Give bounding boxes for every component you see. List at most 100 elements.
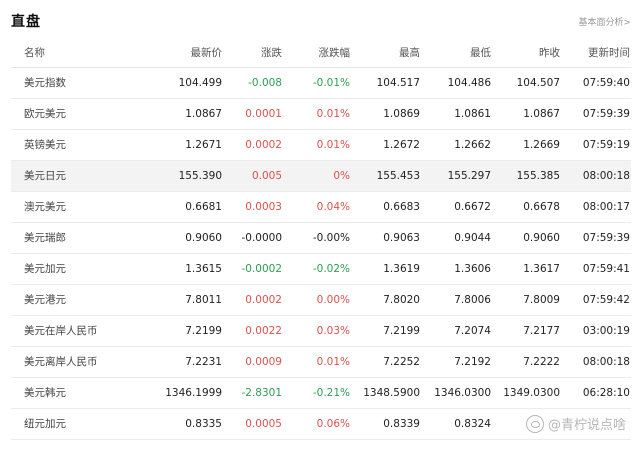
cell-low: 0.8324 — [454, 418, 491, 430]
table-row[interactable]: 美元在岸人民币 7.2199 0.0022 0.03% 7.2199 7.2074 7.21… — [11, 316, 631, 347]
cell-name[interactable]: 美元加元 — [24, 254, 66, 284]
table-row[interactable]: 欧元美元 1.0867 0.0001 0.01% 1.0869 1.0861 1.0867 0… — [11, 99, 631, 130]
cell-prev: 1.0867 — [523, 108, 560, 120]
page-title: 直盘 — [11, 14, 41, 30]
fundamental-analysis-link[interactable]: 基本面分析> — [578, 15, 631, 28]
cell-name[interactable]: 澳元美元 — [24, 192, 66, 222]
cell-prev: 0.6678 — [523, 201, 560, 213]
cell-change: 0.0002 — [245, 294, 282, 306]
cell-name[interactable]: 英镑美元 — [24, 130, 66, 160]
cell-last: 7.2231 — [185, 356, 222, 368]
table-row[interactable]: 美元日元 155.390 0.005 0% 155.453 155.297 155.385 0… — [11, 161, 631, 192]
cell-low: 104.486 — [447, 77, 491, 89]
cell-time: 07:59:41 — [582, 263, 630, 275]
table-row[interactable]: 美元指数 104.499 -0.008 -0.01% 104.517 104.486 104… — [11, 68, 631, 99]
cell-name[interactable]: 美元日元 — [24, 161, 66, 191]
cell-change: 0.0001 — [245, 108, 282, 120]
cell-time: 08:00:18 — [582, 170, 630, 182]
cell-last: 7.8011 — [185, 294, 222, 306]
cell-name[interactable]: 美元离岸人民币 — [24, 347, 98, 377]
cell-high: 7.8020 — [383, 294, 420, 306]
cell-pct: -0.02% — [312, 263, 350, 275]
cell-last: 104.499 — [178, 77, 222, 89]
cell-high: 1.2672 — [383, 139, 420, 151]
cell-pct: -0.00% — [312, 232, 350, 244]
cell-name[interactable]: 纽元加元 — [24, 409, 66, 439]
column-header-name: 名称 — [24, 47, 45, 59]
table-row[interactable]: 美元瑞郎 0.9060 -0.0000 -0.00% 0.9063 0.9044 0.906… — [11, 223, 631, 254]
cell-low: 1.0861 — [454, 108, 491, 120]
cell-name[interactable]: 美元港元 — [24, 285, 66, 315]
cell-pct: -0.21% — [312, 387, 350, 399]
cell-time: 07:59:39 — [582, 232, 630, 244]
cell-change: 0.0022 — [245, 325, 282, 337]
cell-low: 7.2074 — [454, 325, 491, 337]
cell-low: 1.2662 — [454, 139, 491, 151]
cell-pct: 0.01% — [316, 356, 350, 368]
column-header-time: 更新时间 — [588, 47, 630, 59]
cell-pct: 0.03% — [316, 325, 350, 337]
table-row[interactable]: 美元加元 1.3615 -0.0002 -0.02% 1.3619 1.3606 1.361… — [11, 254, 631, 285]
cell-change: 0.0003 — [245, 201, 282, 213]
table-header-row: 名称 最新价 涨跌 涨跌幅 最高 最低 昨收 更新时间 — [11, 38, 631, 68]
cell-time: 08:00:18 — [582, 356, 630, 368]
cell-last: 0.8335 — [185, 418, 222, 430]
table-row[interactable]: 美元港元 7.8011 0.0002 0.00% 7.8020 7.8006 7.8009 0… — [11, 285, 631, 316]
column-header-high: 最高 — [399, 47, 420, 59]
cell-pct: -0.01% — [312, 77, 350, 89]
cell-time: 07:59:42 — [582, 294, 630, 306]
cell-change: 0.005 — [251, 170, 282, 182]
cell-name[interactable]: 美元瑞郎 — [24, 223, 66, 253]
cell-last: 7.2199 — [185, 325, 222, 337]
quote-table: 名称 最新价 涨跌 涨跌幅 最高 最低 昨收 更新时间 美元指数 104.499 -… — [11, 38, 631, 440]
cell-change: -0.008 — [248, 77, 282, 89]
table-row[interactable]: 英镑美元 1.2671 0.0002 0.01% 1.2672 1.2662 1.2669 0… — [11, 130, 631, 161]
cell-low: 155.297 — [447, 170, 491, 182]
cell-pct: 0.04% — [316, 201, 350, 213]
cell-name[interactable]: 美元在岸人民币 — [24, 316, 98, 346]
cell-last: 1.2671 — [185, 139, 222, 151]
page-header: 直盘 基本面分析> — [0, 0, 640, 38]
cell-high: 7.2199 — [383, 325, 420, 337]
cell-name[interactable]: 美元韩元 — [24, 378, 66, 408]
cell-prev: 7.8009 — [523, 294, 560, 306]
cell-high: 0.8339 — [383, 418, 420, 430]
column-header-last: 最新价 — [190, 47, 223, 59]
cell-pct: 0.06% — [316, 418, 350, 430]
cell-prev: 155.385 — [516, 170, 560, 182]
table-row[interactable]: 纽元加元 0.8335 0.0005 0.06% 0.8339 0.8324 — [11, 409, 631, 440]
cell-low: 7.2192 — [454, 356, 491, 368]
cell-prev: 0.9060 — [523, 232, 560, 244]
cell-time: 03:00:19 — [582, 325, 630, 337]
cell-name[interactable]: 欧元美元 — [24, 99, 66, 129]
cell-change: -0.0000 — [241, 232, 282, 244]
column-header-change: 涨跌 — [261, 47, 282, 59]
cell-pct: 0.01% — [316, 108, 350, 120]
cell-high: 0.9063 — [383, 232, 420, 244]
cell-high: 0.6683 — [383, 201, 420, 213]
cell-last: 0.9060 — [185, 232, 222, 244]
cell-change: -2.8301 — [241, 387, 282, 399]
column-header-low: 最低 — [470, 47, 491, 59]
column-header-prev: 昨收 — [539, 47, 560, 59]
cell-low: 1.3606 — [454, 263, 491, 275]
cell-high: 1348.5900 — [363, 387, 420, 399]
cell-prev: 1.2669 — [523, 139, 560, 151]
cell-prev: 7.2177 — [523, 325, 560, 337]
cell-name[interactable]: 美元指数 — [24, 68, 66, 98]
cell-low: 0.6672 — [454, 201, 491, 213]
cell-time: 07:59:39 — [582, 108, 630, 120]
cell-prev: 104.507 — [516, 77, 560, 89]
table-row[interactable]: 澳元美元 0.6681 0.0003 0.04% 0.6683 0.6672 0.6678 0… — [11, 192, 631, 223]
table-row[interactable]: 美元韩元 1346.1999 -2.8301 -0.21% 1348.5900 1346.… — [11, 378, 631, 409]
cell-high: 155.453 — [376, 170, 420, 182]
cell-high: 104.517 — [376, 77, 420, 89]
cell-last: 155.390 — [178, 170, 222, 182]
table-row[interactable]: 美元离岸人民币 7.2231 0.0009 0.01% 7.2252 7.2192 7.22… — [11, 347, 631, 378]
cell-change: -0.0002 — [241, 263, 282, 275]
column-header-pct: 涨跌幅 — [318, 47, 351, 59]
cell-low: 0.9044 — [454, 232, 491, 244]
cell-last: 1346.1999 — [165, 387, 222, 399]
cell-change: 0.0002 — [245, 139, 282, 151]
cell-last: 0.6681 — [185, 201, 222, 213]
